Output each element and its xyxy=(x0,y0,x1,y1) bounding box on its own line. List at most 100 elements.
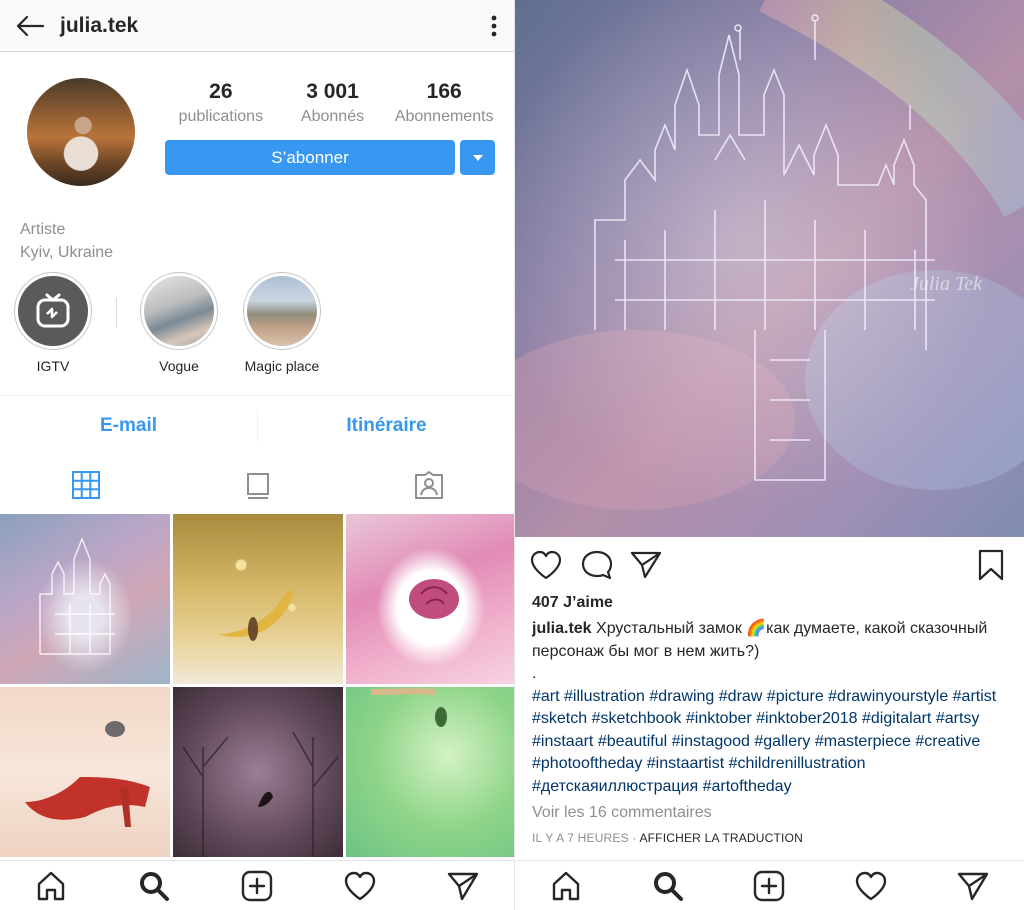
nav-new-post-button[interactable] xyxy=(719,870,821,902)
follow-button[interactable]: S’abonner xyxy=(165,140,455,175)
caption-dot: . xyxy=(532,665,537,682)
home-icon xyxy=(38,871,65,900)
crystal-castle-artwork: Julia Tek xyxy=(515,0,1024,537)
highlight-cover xyxy=(247,276,317,346)
profile-avatar[interactable] xyxy=(27,78,135,186)
nav-search-button[interactable] xyxy=(103,870,206,902)
kebab-menu-icon xyxy=(491,15,497,36)
nav-new-post-button[interactable] xyxy=(206,870,309,902)
highlight-magic-place[interactable]: Magic place xyxy=(242,272,322,374)
stat-label: publications xyxy=(178,108,264,125)
stat-label: Abonnés xyxy=(300,108,365,125)
caret-down-icon xyxy=(472,154,483,161)
likes-count[interactable]: 407 J’aime xyxy=(532,594,613,612)
search-icon xyxy=(653,871,683,901)
directions-button[interactable]: Itinéraire xyxy=(258,396,514,455)
tagged-icon xyxy=(415,471,444,499)
translate-link[interactable]: AFFICHER LA TRADUCTION xyxy=(639,831,803,845)
moon-thumbnail-art xyxy=(218,589,293,641)
stat-following[interactable]: 166 Abonnements xyxy=(388,78,500,128)
nav-home-button[interactable] xyxy=(0,870,103,902)
feed-icon xyxy=(246,473,269,499)
caption-text: Хрустальный замок 🌈как думаете, какой ск… xyxy=(532,620,988,660)
highlight-divider xyxy=(116,298,117,328)
search-icon xyxy=(140,871,170,901)
post-thumbnail[interactable] xyxy=(346,514,514,684)
caption-hashtags[interactable]: #art #illustration #drawing #draw #pictu… xyxy=(532,686,1014,799)
rose-thumbnail-art xyxy=(409,579,459,619)
direct-send-icon xyxy=(957,872,989,900)
highlight-ring xyxy=(140,272,218,350)
highlight-cover xyxy=(144,276,214,346)
more-options-button[interactable] xyxy=(474,0,514,52)
comment-button[interactable] xyxy=(581,550,613,585)
like-button[interactable] xyxy=(530,550,562,585)
contact-buttons: E-mail Itinéraire xyxy=(0,395,514,455)
posts-grid xyxy=(0,514,514,864)
heart-icon xyxy=(856,871,887,900)
tree-thumbnail-art xyxy=(182,731,339,857)
profile-header: julia.tek xyxy=(0,0,514,52)
stat-value: 3 001 xyxy=(306,80,359,103)
profile-stats: 26 publications 3 001 Abonnés 166 Abonne… xyxy=(165,78,500,128)
stat-publications[interactable]: 26 publications xyxy=(165,78,277,128)
direct-send-icon xyxy=(630,551,662,579)
tab-feed[interactable] xyxy=(172,460,344,510)
bio-location: Kyiv, Ukraine xyxy=(20,244,114,261)
post-image[interactable]: Julia Tek xyxy=(515,0,1024,537)
highlight-ring xyxy=(243,272,321,350)
heart-icon xyxy=(530,550,562,580)
nav-direct-button[interactable] xyxy=(411,870,514,902)
nav-home-button[interactable] xyxy=(515,870,617,902)
bookmark-icon xyxy=(978,549,1004,581)
highlight-igtv[interactable]: IGTV xyxy=(13,272,93,374)
stat-label: Abonnements xyxy=(394,108,494,125)
highlight-vogue[interactable]: Vogue xyxy=(139,272,219,374)
back-arrow-icon xyxy=(16,15,45,36)
comment-icon xyxy=(581,550,613,580)
castle-thumbnail-art xyxy=(39,537,115,655)
email-button[interactable]: E-mail xyxy=(0,396,257,455)
post-pane: Julia Tek 407 J’aime julia.tek Хрустальн… xyxy=(515,0,1024,910)
post-thumbnail[interactable] xyxy=(173,687,343,857)
tab-grid[interactable] xyxy=(0,460,172,510)
story-highlights: IGTV Vogue Magic place xyxy=(0,272,514,382)
bio-category: Artiste xyxy=(20,221,66,238)
share-button[interactable] xyxy=(630,550,662,585)
highlight-label: Magic place xyxy=(244,358,320,374)
nav-direct-button[interactable] xyxy=(922,870,1024,902)
nav-activity-button[interactable] xyxy=(308,871,411,901)
profile-username: julia.tek xyxy=(60,13,139,37)
post-meta: IL Y A 7 HEURES · AFFICHER LA TRADUCTION xyxy=(532,831,803,845)
view-comments-link[interactable]: Voir les 16 commentaires xyxy=(532,804,712,822)
profile-bio: Artiste Kyiv, Ukraine xyxy=(20,218,113,264)
post-thumbnail[interactable] xyxy=(0,687,170,857)
stat-followers[interactable]: 3 001 Abonnés xyxy=(277,78,389,128)
post-thumbnail[interactable] xyxy=(346,687,514,857)
add-post-icon xyxy=(754,870,785,901)
highlight-ring xyxy=(14,272,92,350)
highlight-label: Vogue xyxy=(159,358,199,374)
stat-value: 26 xyxy=(209,80,233,103)
nav-activity-button[interactable] xyxy=(820,871,922,901)
post-timestamp: IL Y A 7 HEURES xyxy=(532,831,629,845)
save-button[interactable] xyxy=(978,549,1004,586)
post-thumbnail[interactable] xyxy=(0,514,170,684)
post-thumbnail[interactable] xyxy=(173,514,343,684)
back-button[interactable] xyxy=(0,0,60,52)
stat-value: 166 xyxy=(426,80,462,103)
home-icon xyxy=(552,871,580,900)
profile-tabs xyxy=(0,460,514,510)
tab-tagged[interactable] xyxy=(343,460,514,510)
direct-send-icon xyxy=(447,872,478,900)
frog-thumbnail-art xyxy=(370,688,447,727)
grid-icon xyxy=(71,471,100,499)
igtv-icon xyxy=(36,293,70,328)
shoe-thumbnail-art xyxy=(25,721,150,827)
meta-separator: · xyxy=(628,831,640,845)
highlight-cover xyxy=(18,276,88,346)
nav-search-button[interactable] xyxy=(617,870,719,902)
suggestions-dropdown-button[interactable] xyxy=(460,140,495,175)
profile-pane: julia.tek 26 publications 3 001 Abonnés … xyxy=(0,0,515,910)
caption-username[interactable]: julia.tek xyxy=(532,620,592,637)
